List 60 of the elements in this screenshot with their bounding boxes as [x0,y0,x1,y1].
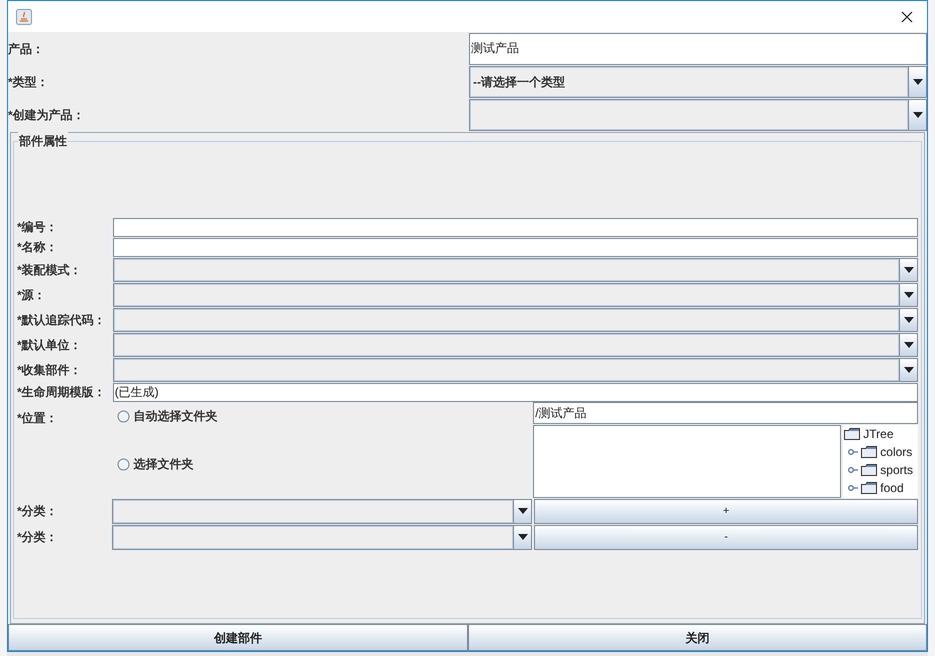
caret-icon [904,316,914,322]
radio-icon [116,410,130,422]
input-field[interactable] [112,218,918,236]
dropdown-button[interactable] [908,66,926,96]
dropdown-button[interactable] [899,358,917,380]
field-label: *创建为产品： [8,106,86,124]
dropdown-button[interactable] [513,500,532,522]
dropdown-button[interactable] [908,100,926,130]
dropdown-button[interactable] [899,308,917,330]
close-icon [901,10,913,22]
dropdown-button[interactable] [899,284,917,306]
input-field[interactable] [112,238,918,256]
radio-icon [116,458,130,470]
input-field[interactable]: (已生成) [112,382,918,402]
folder-icon [844,428,860,440]
field-label: *默认追踪代码： [17,312,107,328]
caret-icon [912,78,922,84]
tree-node[interactable]: JTree [843,425,918,443]
input-field[interactable]: /测试产品 [533,402,918,424]
tree-node[interactable]: colors [861,443,912,461]
folder-icon [861,464,878,476]
combo-box[interactable]: --请选择一个类型 [469,66,927,98]
dropdown-button[interactable] [899,334,917,356]
field-label: *收集部件： [17,362,83,378]
radio-button[interactable]: 自动选择文件夹 [116,406,534,426]
expand-handle-icon[interactable] [848,448,858,456]
field-label: *装配模式： [17,262,83,278]
dropdown-button[interactable] [513,526,532,548]
field-label: *编号： [17,219,59,236]
action-button[interactable]: 创建部件 [8,624,468,651]
caret-icon [518,534,528,540]
field-label: 产品： [8,40,45,58]
remove-button[interactable]: - [534,524,918,550]
field-label: *名称： [17,239,59,256]
caret-icon [518,508,528,514]
caret-icon [912,112,922,118]
field-label: *分类： [17,503,59,520]
expand-handle-icon[interactable] [848,466,858,474]
dropdown-button[interactable] [899,258,917,280]
field-label: *位置： [17,411,58,425]
tree-node[interactable]: sports [861,461,913,479]
expand-handle-icon[interactable] [848,484,858,492]
field-label: *类型： [8,74,50,90]
action-button[interactable]: 关闭 [468,624,927,651]
field-label: *源： [17,286,47,304]
folder-icon [861,446,878,458]
caret-icon [904,292,914,298]
field-label: *默认单位： [17,336,83,354]
caret-icon [904,366,914,372]
add-button[interactable]: + [534,498,918,524]
folder-icon [861,482,878,494]
input-field[interactable]: 测试产品 [469,32,927,64]
tree-node[interactable]: food [861,479,904,497]
app-icon [16,8,32,24]
caret-icon [904,342,914,348]
caret-icon [904,266,914,272]
radio-button[interactable]: 选择文件夹 [116,454,534,474]
group-title: 部件属性 [18,132,68,150]
field-label: *生命周期模版： [17,384,107,401]
field-label: *分类： [17,529,59,546]
